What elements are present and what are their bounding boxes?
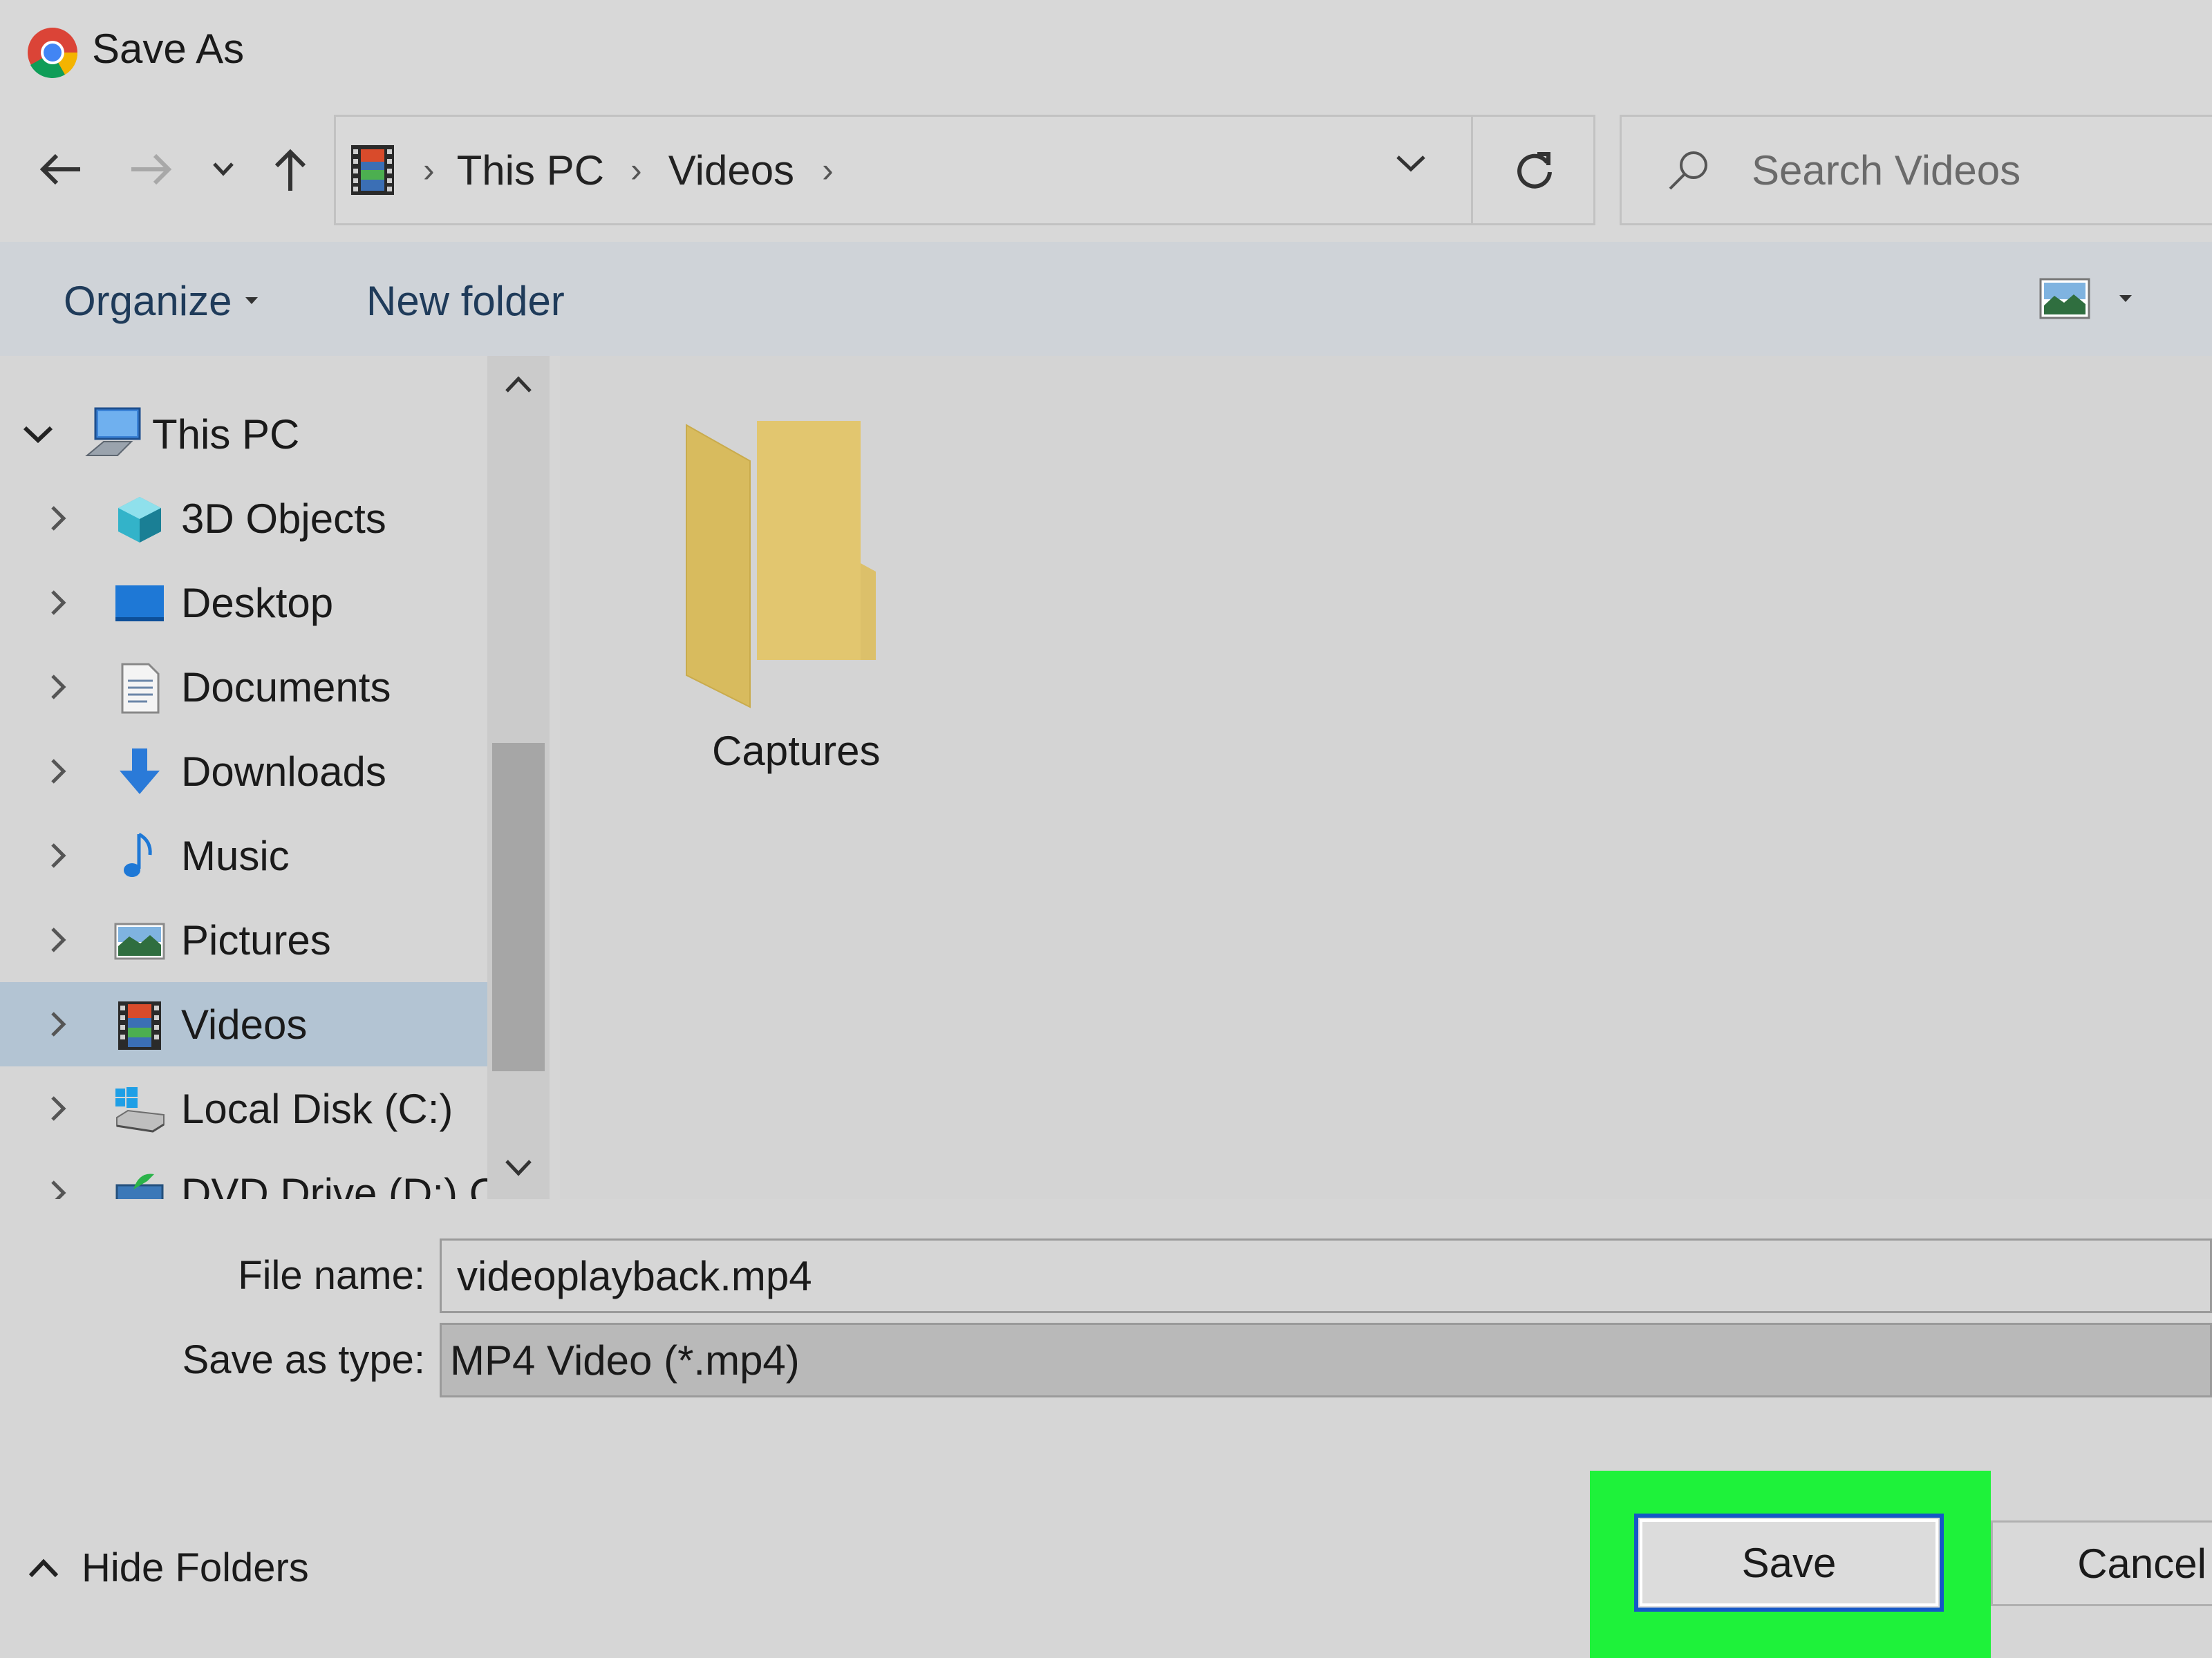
expand-chevron-icon[interactable]: [48, 476, 68, 560]
videos-icon: [118, 1001, 161, 1050]
address-divider: [1471, 115, 1473, 225]
nav-label: Local Disk (C:): [181, 1085, 453, 1132]
caret-down-icon: [2119, 295, 2132, 302]
refresh-button[interactable]: [1503, 138, 1566, 200]
videos-folder-icon: [351, 145, 394, 195]
refresh-icon: [1517, 152, 1552, 189]
downloads-icon: [120, 748, 160, 794]
expand-chevron-icon[interactable]: [22, 392, 54, 476]
nav-item-3d-objects[interactable]: 3D Objects: [0, 476, 487, 560]
cancel-button[interactable]: Cancel: [1991, 1520, 2212, 1606]
breadcrumb-separator-icon: ›: [423, 151, 435, 189]
search-icon: [1669, 151, 1707, 190]
chevron-down-icon: [213, 162, 234, 176]
back-button[interactable]: [29, 138, 91, 200]
nav-label: Pictures: [181, 916, 331, 963]
folder-item-captures[interactable]: [681, 418, 888, 708]
arrow-up-icon: [274, 149, 306, 191]
expand-chevron-icon[interactable]: [48, 560, 68, 645]
nav-scrollbar-thumb[interactable]: [492, 743, 545, 1071]
file-name-label: File name:: [238, 1253, 425, 1298]
command-bar: [0, 242, 2212, 356]
local-disk-icon: [115, 1087, 165, 1133]
breadcrumb-videos[interactable]: Videos: [668, 147, 794, 194]
expand-chevron-icon[interactable]: [48, 898, 68, 982]
caret-down-icon: [245, 297, 259, 304]
nav-item-dvd-drive[interactable]: DVD Drive (D:) C: [0, 1151, 499, 1199]
breadcrumb-separator-icon: ›: [822, 151, 834, 189]
nav-label: Downloads: [181, 748, 386, 795]
up-button[interactable]: [259, 138, 321, 200]
expand-chevron-icon[interactable]: [48, 1151, 68, 1199]
arrow-right-icon: [131, 153, 172, 185]
expand-chevron-icon[interactable]: [48, 1066, 68, 1151]
new-folder-button[interactable]: New folder: [366, 273, 565, 328]
nav-label: Desktop: [181, 579, 334, 626]
title-bar: Save As: [0, 0, 2212, 104]
breadcrumb-this-pc[interactable]: This PC: [457, 147, 604, 194]
chevron-up-icon: [505, 376, 532, 393]
nav-item-music[interactable]: Music: [0, 813, 487, 898]
expand-chevron-icon[interactable]: [48, 813, 68, 898]
pictures-icon: [114, 923, 165, 960]
music-icon: [124, 832, 152, 877]
nav-label: 3D Objects: [181, 495, 386, 542]
nav-item-documents[interactable]: Documents: [0, 645, 487, 729]
nav-item-local-disk[interactable]: Local Disk (C:): [0, 1066, 487, 1151]
nav-item-downloads[interactable]: Downloads: [0, 729, 487, 813]
file-name-input[interactable]: videoplayback.mp4: [440, 1238, 2212, 1313]
nav-item-pictures[interactable]: Pictures: [0, 898, 487, 982]
organize-label: Organize: [64, 277, 232, 324]
chevron-up-icon: [28, 1558, 59, 1577]
organize-button[interactable]: Organize: [64, 273, 259, 328]
address-dropdown-button[interactable]: [1394, 151, 1428, 178]
change-view-button[interactable]: [2039, 271, 2133, 326]
folder-label-captures: Captures: [712, 728, 881, 774]
nav-label-this-pc: This PC: [152, 411, 300, 458]
nav-item-this-pc[interactable]: This PC: [0, 392, 487, 476]
scroll-up-button[interactable]: [501, 373, 536, 400]
nav-label: Music: [181, 832, 290, 879]
expand-chevron-icon[interactable]: [48, 729, 68, 813]
hide-folders-button[interactable]: Hide Folders: [28, 1545, 309, 1591]
navigation-pane: This PC 3D Objects Desktop Documents Dow…: [0, 356, 550, 1199]
address-bar[interactable]: › This PC › Videos ›: [334, 115, 1595, 225]
documents-icon: [121, 663, 160, 714]
save-as-type-select[interactable]: MP4 Video (*.mp4): [440, 1323, 2212, 1397]
folder-icon: [686, 421, 876, 708]
nav-item-videos[interactable]: Videos: [0, 982, 487, 1066]
window-title: Save As: [92, 26, 245, 72]
nav-item-desktop[interactable]: Desktop: [0, 560, 487, 645]
nav-label: Videos: [181, 1001, 308, 1048]
chrome-icon: [28, 28, 78, 78]
save-button[interactable]: Save: [1634, 1514, 1944, 1612]
expand-chevron-icon[interactable]: [48, 982, 68, 1066]
forward-button[interactable]: [120, 138, 182, 200]
nav-label: DVD Drive (D:) C: [181, 1169, 499, 1200]
recent-locations-button[interactable]: [192, 138, 254, 200]
chevron-down-icon: [1396, 156, 1425, 172]
save-as-type-label: Save as type:: [182, 1337, 425, 1382]
3d-objects-icon: [118, 497, 161, 543]
arrow-left-icon: [39, 153, 80, 185]
breadcrumb-separator-icon: ›: [630, 151, 642, 189]
dvd-drive-icon: [115, 1174, 164, 1199]
scroll-down-button[interactable]: [501, 1156, 536, 1183]
this-pc-icon: [85, 407, 141, 456]
search-box[interactable]: Search Videos: [1620, 115, 2212, 225]
expand-chevron-icon[interactable]: [48, 645, 68, 729]
view-thumbnail-icon: [2039, 278, 2090, 319]
chevron-down-icon: [505, 1160, 532, 1176]
hide-folders-label: Hide Folders: [82, 1545, 309, 1590]
desktop-icon: [115, 585, 164, 621]
search-placeholder: Search Videos: [1752, 147, 2021, 194]
nav-label: Documents: [181, 663, 391, 710]
